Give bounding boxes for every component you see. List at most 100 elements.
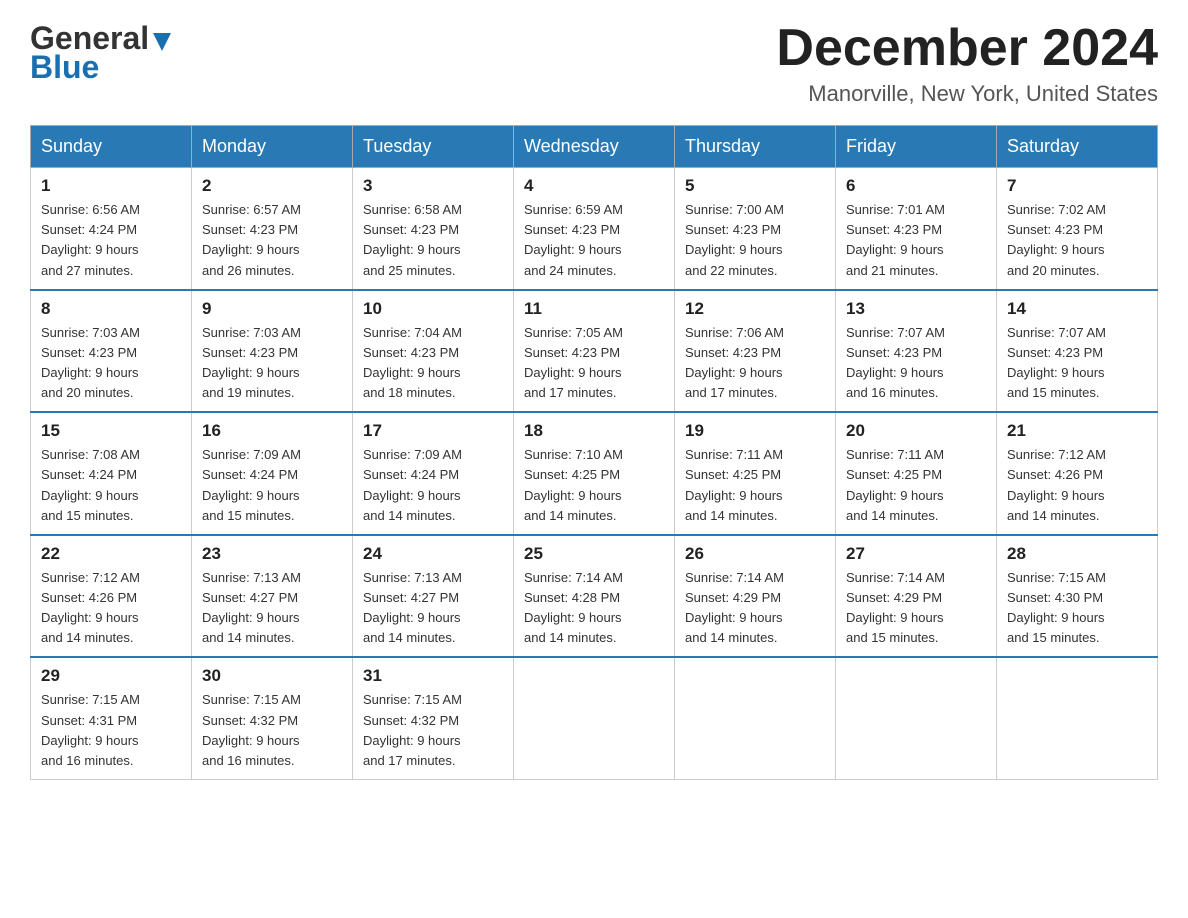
day-info: Sunrise: 7:11 AMSunset: 4:25 PMDaylight:… [685,445,825,526]
calendar-day-cell: 14 Sunrise: 7:07 AMSunset: 4:23 PMDayligh… [997,290,1158,413]
calendar-day-cell: 9 Sunrise: 7:03 AMSunset: 4:23 PMDaylight… [192,290,353,413]
calendar-day-cell: 26Sunrise: 7:14 AMSunset: 4:29 PMDayligh… [675,535,836,658]
day-number: 28 [1007,544,1147,564]
calendar-day-cell: 6Sunrise: 7:01 AMSunset: 4:23 PMDaylight… [836,168,997,290]
calendar-header-thursday: Thursday [675,126,836,168]
day-info: Sunrise: 7:08 AMSunset: 4:24 PMDaylight:… [41,445,181,526]
month-title: December 2024 [776,20,1158,77]
day-info: Sunrise: 7:04 AMSunset: 4:23 PMDaylight:… [363,323,503,404]
day-number: 4 [524,176,664,196]
day-number: 9 [202,299,342,319]
calendar-header-row: SundayMondayTuesdayWednesdayThursdayFrid… [31,126,1158,168]
calendar-week-row: 8Sunrise: 7:03 AMSunset: 4:23 PMDaylight… [31,290,1158,413]
calendar-day-cell: 24 Sunrise: 7:13 AMSunset: 4:27 PMDayligh… [353,535,514,658]
calendar-day-cell: 8Sunrise: 7:03 AMSunset: 4:23 PMDaylight… [31,290,192,413]
calendar-day-cell: 27 Sunrise: 7:14 AMSunset: 4:29 PMDayligh… [836,535,997,658]
day-number: 20 [846,421,986,441]
day-info: Sunrise: 7:13 AMSunset: 4:27 PMDaylight:… [363,568,503,649]
day-number: 24 [363,544,503,564]
day-number: 3 [363,176,503,196]
calendar-day-cell: 11 Sunrise: 7:05 AMSunset: 4:23 PMDayligh… [514,290,675,413]
calendar-header-friday: Friday [836,126,997,168]
day-info: Sunrise: 7:10 AMSunset: 4:25 PMDaylight:… [524,445,664,526]
day-number: 26 [685,544,825,564]
calendar-header-monday: Monday [192,126,353,168]
calendar-table: SundayMondayTuesdayWednesdayThursdayFrid… [30,125,1158,780]
day-info: Sunrise: 7:09 AMSunset: 4:24 PMDaylight:… [202,445,342,526]
calendar-day-cell: 30Sunrise: 7:15 AMSunset: 4:32 PMDayligh… [192,657,353,779]
calendar-header-saturday: Saturday [997,126,1158,168]
day-number: 25 [524,544,664,564]
page-header: General Blue December 2024 Manorville, N… [30,20,1158,107]
day-info: Sunrise: 7:15 AMSunset: 4:30 PMDaylight:… [1007,568,1147,649]
day-number: 18 [524,421,664,441]
calendar-header-tuesday: Tuesday [353,126,514,168]
calendar-day-cell: 20 Sunrise: 7:11 AMSunset: 4:25 PMDayligh… [836,412,997,535]
calendar-week-row: 15Sunrise: 7:08 AMSunset: 4:24 PMDayligh… [31,412,1158,535]
calendar-day-cell [514,657,675,779]
day-info: Sunrise: 7:07 AMSunset: 4:23 PMDaylight:… [846,323,986,404]
day-info: Sunrise: 7:11 AMSunset: 4:25 PMDaylight:… [846,445,986,526]
day-number: 13 [846,299,986,319]
calendar-day-cell: 17 Sunrise: 7:09 AMSunset: 4:24 PMDayligh… [353,412,514,535]
day-number: 14 [1007,299,1147,319]
calendar-day-cell: 21Sunrise: 7:12 AMSunset: 4:26 PMDayligh… [997,412,1158,535]
day-info: Sunrise: 7:00 AMSunset: 4:23 PMDaylight:… [685,200,825,281]
day-number: 23 [202,544,342,564]
day-number: 1 [41,176,181,196]
day-info: Sunrise: 7:03 AMSunset: 4:23 PMDaylight:… [202,323,342,404]
day-info: Sunrise: 7:14 AMSunset: 4:28 PMDaylight:… [524,568,664,649]
day-number: 30 [202,666,342,686]
calendar-day-cell: 29Sunrise: 7:15 AMSunset: 4:31 PMDayligh… [31,657,192,779]
day-number: 7 [1007,176,1147,196]
logo-triangle-icon [151,31,173,53]
calendar-day-cell: 12 Sunrise: 7:06 AMSunset: 4:23 PMDayligh… [675,290,836,413]
calendar-day-cell: 25 Sunrise: 7:14 AMSunset: 4:28 PMDayligh… [514,535,675,658]
day-number: 17 [363,421,503,441]
day-number: 19 [685,421,825,441]
day-info: Sunrise: 7:07 AMSunset: 4:23 PMDaylight:… [1007,323,1147,404]
day-info: Sunrise: 7:14 AMSunset: 4:29 PMDaylight:… [846,568,986,649]
calendar-day-cell: 22Sunrise: 7:12 AMSunset: 4:26 PMDayligh… [31,535,192,658]
calendar-week-row: 22Sunrise: 7:12 AMSunset: 4:26 PMDayligh… [31,535,1158,658]
calendar-day-cell: 15Sunrise: 7:08 AMSunset: 4:24 PMDayligh… [31,412,192,535]
day-number: 5 [685,176,825,196]
day-info: Sunrise: 7:15 AMSunset: 4:31 PMDaylight:… [41,690,181,771]
calendar-header-sunday: Sunday [31,126,192,168]
day-info: Sunrise: 6:58 AMSunset: 4:23 PMDaylight:… [363,200,503,281]
calendar-day-cell: 2 Sunrise: 6:57 AMSunset: 4:23 PMDaylight… [192,168,353,290]
calendar-day-cell: 7 Sunrise: 7:02 AMSunset: 4:23 PMDaylight… [997,168,1158,290]
calendar-day-cell: 19 Sunrise: 7:11 AMSunset: 4:25 PMDayligh… [675,412,836,535]
day-info: Sunrise: 7:12 AMSunset: 4:26 PMDaylight:… [41,568,181,649]
calendar-day-cell: 18 Sunrise: 7:10 AMSunset: 4:25 PMDayligh… [514,412,675,535]
day-info: Sunrise: 7:05 AMSunset: 4:23 PMDaylight:… [524,323,664,404]
day-info: Sunrise: 7:15 AMSunset: 4:32 PMDaylight:… [363,690,503,771]
day-info: Sunrise: 6:57 AMSunset: 4:23 PMDaylight:… [202,200,342,281]
title-block: December 2024 Manorville, New York, Unit… [776,20,1158,107]
day-info: Sunrise: 7:09 AMSunset: 4:24 PMDaylight:… [363,445,503,526]
calendar-header-wednesday: Wednesday [514,126,675,168]
day-number: 12 [685,299,825,319]
calendar-day-cell: 23 Sunrise: 7:13 AMSunset: 4:27 PMDayligh… [192,535,353,658]
day-info: Sunrise: 7:06 AMSunset: 4:23 PMDaylight:… [685,323,825,404]
day-info: Sunrise: 7:02 AMSunset: 4:23 PMDaylight:… [1007,200,1147,281]
calendar-day-cell: 5 Sunrise: 7:00 AMSunset: 4:23 PMDaylight… [675,168,836,290]
day-info: Sunrise: 7:01 AMSunset: 4:23 PMDaylight:… [846,200,986,281]
calendar-day-cell [675,657,836,779]
calendar-day-cell [836,657,997,779]
day-info: Sunrise: 7:12 AMSunset: 4:26 PMDaylight:… [1007,445,1147,526]
calendar-day-cell: 31Sunrise: 7:15 AMSunset: 4:32 PMDayligh… [353,657,514,779]
calendar-day-cell: 1 Sunrise: 6:56 AMSunset: 4:24 PMDaylight… [31,168,192,290]
day-number: 27 [846,544,986,564]
calendar-day-cell: 13 Sunrise: 7:07 AMSunset: 4:23 PMDayligh… [836,290,997,413]
calendar-day-cell: 16Sunrise: 7:09 AMSunset: 4:24 PMDayligh… [192,412,353,535]
calendar-day-cell: 10Sunrise: 7:04 AMSunset: 4:23 PMDayligh… [353,290,514,413]
day-number: 11 [524,299,664,319]
calendar-day-cell: 4Sunrise: 6:59 AMSunset: 4:23 PMDaylight… [514,168,675,290]
day-info: Sunrise: 7:13 AMSunset: 4:27 PMDaylight:… [202,568,342,649]
calendar-day-cell: 28 Sunrise: 7:15 AMSunset: 4:30 PMDayligh… [997,535,1158,658]
day-info: Sunrise: 6:56 AMSunset: 4:24 PMDaylight:… [41,200,181,281]
logo: General Blue [30,20,173,86]
logo-blue-text: Blue [30,49,99,86]
day-number: 2 [202,176,342,196]
